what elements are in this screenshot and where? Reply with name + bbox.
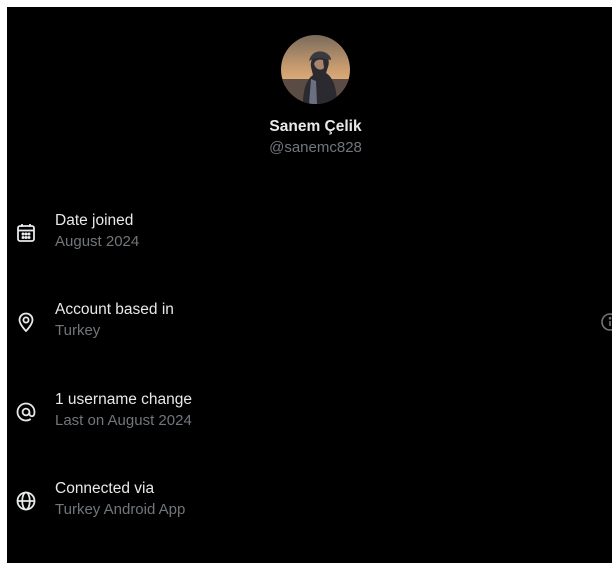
username-change-row: 1 username change Last on August 2024 [7, 390, 612, 438]
at-sign-icon [15, 401, 37, 423]
profile-header: Sanem Çelik @sanemc828 [7, 35, 612, 157]
calendar-icon [15, 222, 37, 244]
username-change-value: Last on August 2024 [55, 412, 192, 429]
connected-via-value: Turkey Android App [55, 501, 186, 518]
account-based-in-row: Account based in Turkey [7, 300, 612, 348]
account-based-in-title: Account based in [55, 301, 174, 318]
date-joined-value: August 2024 [55, 233, 140, 250]
account-info-panel: Sanem Çelik @sanemc828 Date joined Augus… [7, 7, 612, 563]
date-joined-title: Date joined [55, 212, 134, 229]
username-handle: @sanemc828 [269, 139, 362, 156]
account-based-in-value: Turkey [55, 322, 101, 339]
connected-via-title: Connected via [55, 480, 155, 497]
display-name: Sanem Çelik [269, 118, 362, 135]
connected-via-row: Connected via Turkey Android App [7, 479, 612, 527]
info-icon[interactable] [600, 312, 612, 332]
username-change-title: 1 username change [55, 391, 193, 408]
location-pin-icon [15, 311, 37, 333]
avatar[interactable] [281, 35, 350, 104]
globe-icon [15, 490, 37, 512]
date-joined-row: Date joined August 2024 [7, 211, 612, 259]
